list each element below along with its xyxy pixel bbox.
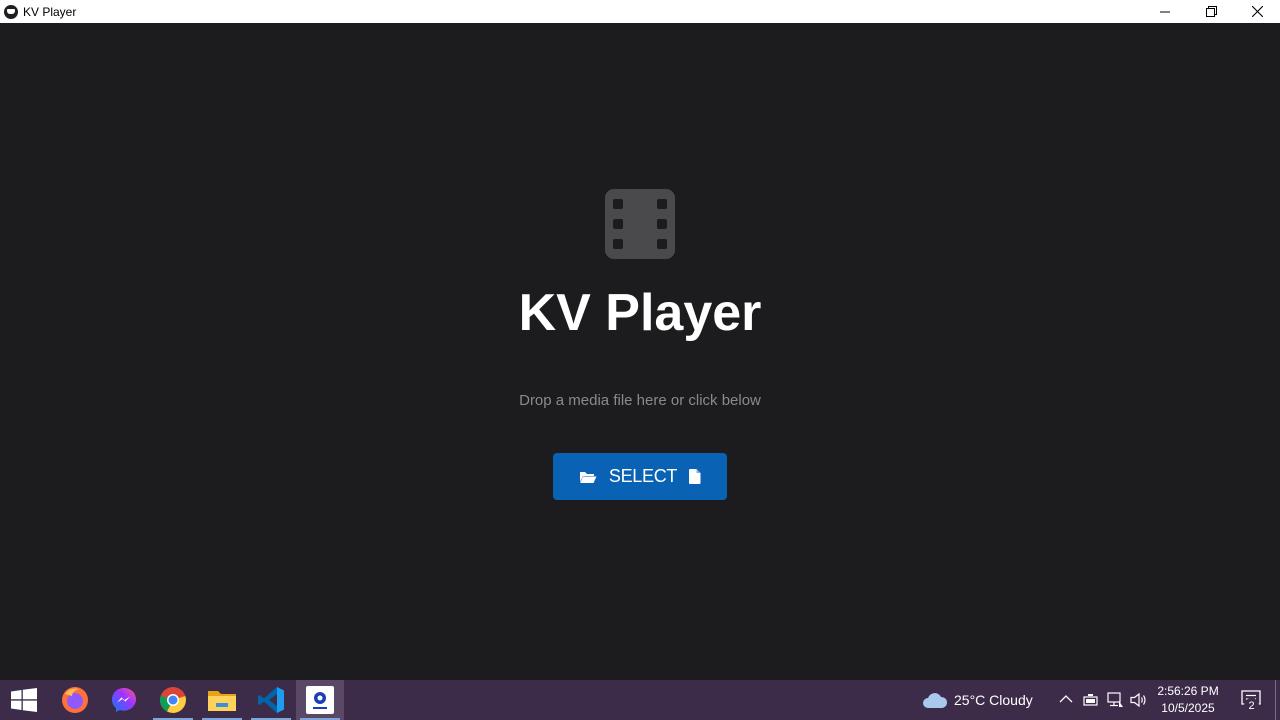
start-button[interactable]	[0, 680, 48, 720]
clock-time: 2:56:26 PM	[1157, 684, 1219, 698]
file-icon	[689, 469, 701, 484]
file-explorer-icon	[208, 691, 236, 711]
taskbar-vscode[interactable]	[247, 680, 295, 720]
app-title: KV Player	[518, 284, 762, 342]
minimize-button[interactable]	[1142, 0, 1188, 23]
taskbar-kv-player[interactable]	[296, 680, 344, 720]
taskbar-clock[interactable]: 2:56:26 PM 10/5/2025	[1152, 680, 1224, 720]
clock-date: 10/5/2025	[1161, 701, 1215, 715]
window-title: KV Player	[23, 4, 77, 19]
cloud-icon	[923, 693, 948, 708]
folder-open-icon	[579, 471, 597, 483]
drop-hint-text: Drop a media file here or click below	[519, 392, 761, 409]
weather-text: 25°C Cloudy	[954, 692, 1033, 708]
kv-player-app-icon	[4, 4, 18, 19]
volume-icon[interactable]	[1130, 692, 1148, 708]
battery-icon[interactable]	[1083, 693, 1099, 707]
restore-icon	[1205, 6, 1217, 17]
weather-widget[interactable]: 25°C Cloudy	[918, 680, 1046, 720]
network-icon[interactable]	[1107, 692, 1124, 708]
vscode-icon	[258, 687, 284, 713]
kv-player-icon	[306, 686, 334, 714]
taskbar-messenger[interactable]	[100, 680, 148, 720]
select-button-label: SELECT	[608, 466, 678, 486]
firefox-icon	[62, 687, 88, 713]
notification-count-badge: 2	[1244, 698, 1259, 713]
minimize-icon	[1160, 11, 1170, 12]
window-titlebar: KV Player	[0, 0, 1280, 23]
select-file-button[interactable]: SELECT	[553, 453, 727, 500]
drop-zone[interactable]: KV Player Drop a media file here or clic…	[0, 23, 1280, 680]
taskbar-firefox[interactable]	[51, 680, 99, 720]
close-button[interactable]	[1234, 0, 1280, 23]
taskbar-file-explorer[interactable]	[198, 680, 246, 720]
window-controls	[1142, 0, 1280, 23]
restore-button[interactable]	[1188, 0, 1234, 23]
film-icon	[605, 189, 675, 259]
taskbar-chrome[interactable]	[149, 680, 197, 720]
messenger-icon	[112, 688, 136, 712]
show-desktop-button[interactable]	[1275, 680, 1276, 720]
chevron-up-icon[interactable]	[1059, 694, 1073, 704]
close-icon	[1251, 6, 1263, 17]
taskbar: 25°C Cloudy 2:56:26 PM 10/5/2025 2	[0, 680, 1280, 720]
windows-start-icon	[11, 688, 37, 712]
chrome-icon	[159, 687, 186, 713]
